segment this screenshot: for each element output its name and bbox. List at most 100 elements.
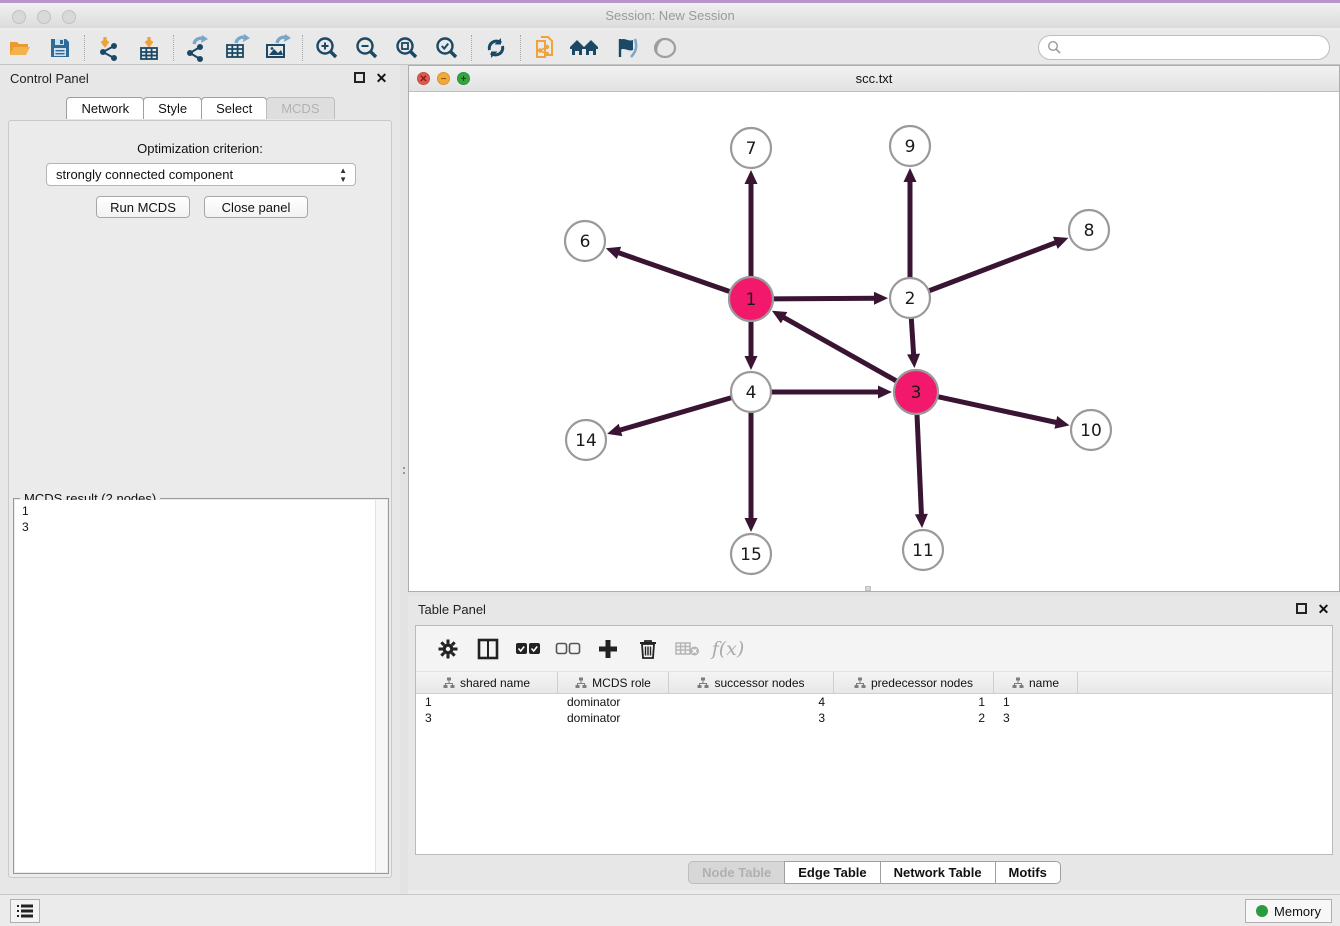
table-cell[interactable]: dominator bbox=[558, 710, 669, 726]
node-label-8: 8 bbox=[1084, 221, 1095, 241]
mcds-result-scrollbar[interactable] bbox=[375, 500, 387, 872]
zoom-selected-button[interactable] bbox=[427, 33, 467, 63]
delete-table-button[interactable] bbox=[670, 632, 706, 666]
gear-button[interactable] bbox=[430, 632, 466, 666]
tree-icon bbox=[854, 677, 866, 689]
table-cell[interactable]: 3 bbox=[994, 710, 1078, 726]
mac-zoom-icon[interactable] bbox=[62, 10, 76, 24]
control-panel: Control Panel ✕ NetworkStyleSelectMCDS O… bbox=[0, 65, 400, 894]
zoom-out-button[interactable] bbox=[347, 33, 387, 63]
edge-3-11[interactable] bbox=[917, 412, 922, 517]
list-icon bbox=[16, 904, 34, 918]
delete-column-button[interactable] bbox=[630, 632, 666, 666]
columns-icon bbox=[477, 638, 499, 660]
mac-close-icon[interactable] bbox=[12, 10, 26, 24]
network-canvas[interactable]: 7968124314101511 bbox=[409, 92, 1339, 591]
show-eye-button[interactable] bbox=[645, 33, 685, 63]
toolbar-separator bbox=[302, 35, 303, 61]
tab-select[interactable]: Select bbox=[201, 97, 267, 119]
internal-close-icon[interactable]: ✕ bbox=[417, 72, 430, 85]
column-header-predecessor-nodes[interactable]: predecessor nodes bbox=[834, 672, 994, 693]
node-label-9: 9 bbox=[905, 137, 916, 157]
memory-button[interactable]: Memory bbox=[1245, 899, 1332, 923]
status-bar: Memory bbox=[0, 894, 1340, 926]
task-history-button[interactable] bbox=[10, 899, 40, 923]
float-panel-icon[interactable] bbox=[353, 72, 366, 85]
edge-3-10[interactable] bbox=[936, 396, 1059, 423]
import-network-icon bbox=[96, 35, 122, 61]
import-table-icon bbox=[136, 35, 162, 61]
deselect-all-button[interactable] bbox=[550, 632, 586, 666]
edge-4-14[interactable] bbox=[618, 397, 734, 431]
zoom-out-icon bbox=[354, 35, 380, 61]
table-cell[interactable]: 4 bbox=[669, 694, 834, 710]
refresh-button[interactable] bbox=[476, 33, 516, 63]
vertical-split-divider[interactable] bbox=[400, 65, 408, 894]
tab-motifs[interactable]: Motifs bbox=[995, 861, 1061, 884]
close-table-panel-icon[interactable]: ✕ bbox=[1317, 603, 1330, 616]
float-table-panel-icon[interactable] bbox=[1295, 603, 1308, 616]
zoom-fit-button[interactable] bbox=[387, 33, 427, 63]
add-column-button[interactable] bbox=[590, 632, 626, 666]
tab-style[interactable]: Style bbox=[143, 97, 202, 119]
optimization-criterion-select[interactable]: strongly connected component ▲▼ bbox=[46, 163, 356, 186]
export-network-button[interactable] bbox=[178, 33, 218, 63]
import-network-button[interactable] bbox=[89, 33, 129, 63]
columns-button[interactable] bbox=[470, 632, 506, 666]
canvas-resize-handle[interactable] bbox=[865, 586, 871, 591]
import-table-button[interactable] bbox=[129, 33, 169, 63]
open-file-button[interactable] bbox=[0, 33, 40, 63]
edge-2-3[interactable] bbox=[911, 316, 914, 357]
tab-network-table[interactable]: Network Table bbox=[880, 861, 996, 884]
tab-network[interactable]: Network bbox=[66, 97, 144, 119]
table-body: 1dominator4113dominator323 bbox=[416, 694, 1332, 726]
search-input[interactable] bbox=[1062, 38, 1329, 58]
function-builder-button[interactable]: f(x) bbox=[710, 632, 746, 666]
zoom-in-button[interactable] bbox=[307, 33, 347, 63]
table-cell[interactable]: 1 bbox=[834, 694, 994, 710]
tab-edge-table[interactable]: Edge Table bbox=[784, 861, 880, 884]
home-button[interactable] bbox=[565, 33, 605, 63]
hide-details-button[interactable] bbox=[605, 33, 645, 63]
close-panel-icon[interactable]: ✕ bbox=[375, 72, 388, 85]
duplicate-network-button[interactable] bbox=[525, 33, 565, 63]
edge-1-2[interactable] bbox=[771, 298, 877, 299]
select-all-button[interactable] bbox=[510, 632, 546, 666]
edge-3-1[interactable] bbox=[781, 316, 898, 382]
table-cell[interactable]: 2 bbox=[834, 710, 994, 726]
column-header-name[interactable]: name bbox=[994, 672, 1078, 693]
edge-1-6[interactable] bbox=[616, 252, 732, 293]
internal-minimize-icon[interactable]: − bbox=[437, 72, 450, 85]
edge-2-8[interactable] bbox=[927, 242, 1058, 292]
table-cell[interactable]: 1 bbox=[416, 694, 558, 710]
table-cell[interactable]: 3 bbox=[669, 710, 834, 726]
network-window-titlebar[interactable]: ✕ − + scc.txt bbox=[409, 66, 1339, 92]
node-label-4: 4 bbox=[746, 383, 757, 403]
export-image-button[interactable] bbox=[258, 33, 298, 63]
table-cell[interactable]: dominator bbox=[558, 694, 669, 710]
node-label-15: 15 bbox=[740, 545, 762, 565]
arrowhead-1-6 bbox=[606, 247, 621, 259]
network-graph[interactable]: 7968124314101511 bbox=[409, 92, 1339, 591]
close-panel-button[interactable]: Close panel bbox=[204, 196, 308, 218]
table-row[interactable]: 1dominator411 bbox=[416, 694, 1332, 710]
table-cell[interactable]: 1 bbox=[994, 694, 1078, 710]
deselect-all-checkbox-icon bbox=[555, 642, 581, 656]
select-arrows-icon: ▲▼ bbox=[339, 166, 347, 184]
tree-icon bbox=[443, 677, 455, 689]
tab-mcds[interactable]: MCDS bbox=[266, 97, 334, 119]
column-header-successor-nodes[interactable]: successor nodes bbox=[669, 672, 834, 693]
tab-node-table[interactable]: Node Table bbox=[688, 861, 785, 884]
export-table-button[interactable] bbox=[218, 33, 258, 63]
column-header-MCDS-role[interactable]: MCDS role bbox=[558, 672, 669, 693]
table-cell[interactable]: 3 bbox=[416, 710, 558, 726]
table-row[interactable]: 3dominator323 bbox=[416, 710, 1332, 726]
internal-maximize-icon[interactable]: + bbox=[457, 72, 470, 85]
run-mcds-button[interactable]: Run MCDS bbox=[96, 196, 190, 218]
search-box[interactable] bbox=[1038, 35, 1330, 60]
save-session-button[interactable] bbox=[40, 33, 80, 63]
mac-minimize-icon[interactable] bbox=[37, 10, 51, 24]
column-header-shared-name[interactable]: shared name bbox=[416, 672, 558, 693]
toolbar-separator bbox=[471, 35, 472, 61]
mcds-result-text[interactable]: 1 3 bbox=[15, 500, 387, 872]
